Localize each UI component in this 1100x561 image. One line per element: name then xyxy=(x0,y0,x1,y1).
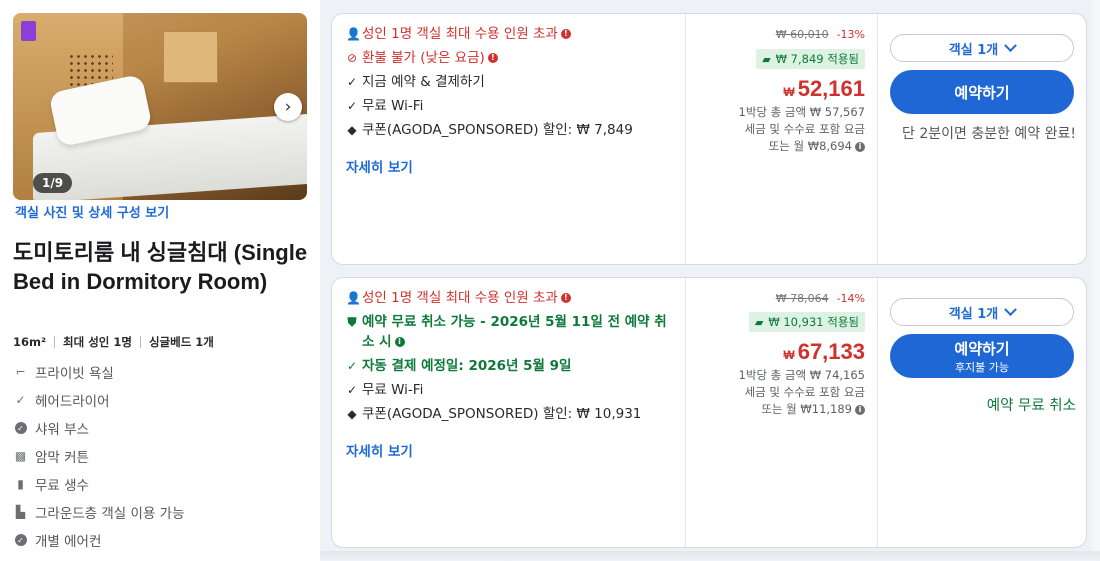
condition-line: ✓ 무료 Wi-Fi xyxy=(346,98,424,114)
room-info-panel: › 1/9 객실 사진 및 상세 구성 보기 도미토리룸 내 싱글침대 (Sin… xyxy=(0,0,320,561)
offer-card: 👤 성인 1명 객실 최대 수용 인원 초과! ⛊ 예약 무료 취소 가능 - 20… xyxy=(331,277,1087,548)
feature-item: ✓ 개별 에어컨 xyxy=(14,526,185,554)
info-icon[interactable]: ! xyxy=(487,53,498,63)
condition-line: 👤 성인 1명 객실 최대 수용 인원 초과! xyxy=(346,24,685,44)
offer-card: 👤 성인 1명 객실 최대 수용 인원 초과! ⊘ 환불 불가 (낮은 요금)! ✓… xyxy=(331,13,1087,265)
original-price: ₩ 60,010 -13% xyxy=(775,28,865,41)
condition-line: 👤 성인 1명 객실 최대 수용 인원 초과! xyxy=(346,288,685,308)
coupon-applied-badge: ▰ ₩ 7,849 적용됨 xyxy=(756,49,865,69)
offer-actions: 객실 1개 예약하기 단 2분이면 충분한 예약 완료! xyxy=(878,14,1088,264)
feature-label: 헤어드라이어 xyxy=(35,394,110,410)
divider xyxy=(139,336,141,348)
more-details-link[interactable]: 자세히 보기 xyxy=(346,156,413,176)
condition-line: ✓ 자동 결제 예정일: 2026년 5월 9일 xyxy=(346,358,572,374)
scrollbar-track[interactable] xyxy=(1092,0,1100,561)
check-icon: ✓ xyxy=(346,383,358,397)
more-details-link[interactable]: 자세히 보기 xyxy=(346,440,413,460)
condition-line: ✓ 무료 Wi-Fi xyxy=(346,382,424,398)
photo-tag-icon xyxy=(21,21,36,41)
feature-label: 무료 생수 xyxy=(35,478,89,494)
chevron-right-icon: › xyxy=(284,97,292,117)
price-details: 1박당 총 금액 ₩ 74,165 세금 및 수수료 포함 요금 또는 월 ₩1… xyxy=(738,368,865,416)
original-price: ₩ 78,064 -14% xyxy=(775,292,865,305)
condition-line: ◆ 쿠폰(AGODA_SPONSORED) 할인: ₩ 10,931 xyxy=(347,406,642,422)
feature-list: ⌐ 프라이빗 욕실 ✓ 헤어드라이어 ✓ 샤워 부스 ▩ 암막 커튼 ▮ 무료 생수 ▙ 그… xyxy=(14,358,185,554)
photo-shelf xyxy=(163,31,218,83)
tag-icon: ◆ xyxy=(347,123,357,137)
photo-counter: 1/9 xyxy=(33,173,73,193)
urgency-message: 단 2분이면 충분한 예약 완료! xyxy=(902,126,1076,142)
ticket-icon: ▰ xyxy=(762,52,771,66)
offer-price: ₩ 60,010 -13% ▰ ₩ 7,849 적용됨 ₩52,161 1박당 총 … xyxy=(686,14,878,264)
room-count-select[interactable]: 객실 1개 xyxy=(890,298,1074,326)
person-icon: 👤 xyxy=(346,291,361,305)
info-icon[interactable]: i xyxy=(855,404,865,415)
tag-icon: ◆ xyxy=(347,407,357,421)
condition-line: ◆ 쿠폰(AGODA_SPONSORED) 할인: ₩ 7,849 xyxy=(347,122,633,138)
feature-item: ▩ 암막 커튼 xyxy=(14,442,185,470)
info-icon[interactable]: i xyxy=(394,337,405,347)
condition-line: ⛊ 예약 무료 취소 가능 - 2026년 5월 11일 전 예약 취소 시i xyxy=(347,314,667,350)
feature-label: 그라운드층 객실 이용 가능 xyxy=(35,506,185,522)
divider xyxy=(54,336,56,348)
discount-percent: -14% xyxy=(836,292,865,305)
check-icon: ✓ xyxy=(346,99,358,113)
info-icon[interactable]: ! xyxy=(560,293,571,303)
no-refund-icon: ⊘ xyxy=(346,51,358,65)
book-button[interactable]: 예약하기 후지불 가능 xyxy=(890,334,1074,378)
current-price: ₩67,133 xyxy=(783,339,865,364)
blackout-curtain-icon: ▩ xyxy=(14,449,27,463)
free-cancel-label: 예약 무료 취소 xyxy=(986,398,1076,414)
room-size: 16m² xyxy=(13,335,47,349)
feature-item: ▙ 그라운드층 객실 이용 가능 xyxy=(14,498,185,526)
check-circle-icon: ✓ xyxy=(14,534,27,547)
current-price: ₩52,161 xyxy=(783,76,865,101)
bottom-edge xyxy=(320,551,1100,561)
shield-check-icon: ⛊ xyxy=(347,315,357,329)
ground-floor-icon: ▙ xyxy=(15,505,26,519)
offer-price: ₩ 78,064 -14% ▰ ₩ 10,931 적용됨 ₩67,133 1박당 총… xyxy=(686,278,878,547)
check-circle-icon: ✓ xyxy=(14,422,27,435)
feature-label: 개별 에어컨 xyxy=(35,534,102,550)
coupon-applied-badge: ▰ ₩ 10,931 적용됨 xyxy=(748,312,865,332)
next-photo-button[interactable]: › xyxy=(274,93,302,121)
feature-item: ✓ 헤어드라이어 xyxy=(14,386,185,414)
room-photos-link[interactable]: 객실 사진 및 상세 구성 보기 xyxy=(15,202,169,221)
feature-label: 암막 커튼 xyxy=(35,450,89,466)
condition-line: ✓ 지금 예약 & 결제하기 xyxy=(346,74,485,90)
book-button[interactable]: 예약하기 xyxy=(890,70,1074,114)
feature-label: 샤워 부스 xyxy=(35,422,89,438)
room-bed: 싱글베드 1개 xyxy=(148,335,214,349)
ticket-icon: ▰ xyxy=(754,315,764,329)
feature-item: ⌐ 프라이빗 욕실 xyxy=(14,358,185,386)
check-icon: ✓ xyxy=(346,75,358,89)
person-icon: 👤 xyxy=(346,27,361,41)
feature-item: ▮ 무료 생수 xyxy=(14,470,185,498)
offer-conditions: 👤 성인 1명 객실 최대 수용 인원 초과! ⛊ 예약 무료 취소 가능 - 20… xyxy=(332,278,686,547)
room-title: 도미토리룸 내 싱글침대 (Single Bed in Dormitory Ro… xyxy=(13,240,308,294)
chevron-down-icon xyxy=(1004,38,1018,52)
check-icon: ✓ xyxy=(346,359,358,373)
shower-icon: ⌐ xyxy=(15,365,26,379)
offer-conditions: 👤 성인 1명 객실 최대 수용 인원 초과! ⊘ 환불 불가 (낮은 요금)! ✓… xyxy=(332,14,686,264)
offer-actions: 객실 1개 예약하기 후지불 가능 예약 무료 취소 xyxy=(878,278,1088,547)
condition-line: ⊘ 환불 불가 (낮은 요금)! xyxy=(346,48,685,68)
price-details: 1박당 총 금액 ₩ 57,567 세금 및 수수료 포함 요금 또는 월 ₩8… xyxy=(738,105,865,153)
feature-item: ✓ 샤워 부스 xyxy=(14,414,185,442)
room-specs: 16m² 최대 성인 1명 싱글베드 1개 xyxy=(13,334,214,350)
discount-percent: -13% xyxy=(836,28,865,41)
room-count-select[interactable]: 객실 1개 xyxy=(890,34,1074,62)
water-bottle-icon: ▮ xyxy=(17,477,24,491)
room-photo[interactable]: › 1/9 xyxy=(13,13,307,200)
feature-label: 프라이빗 욕실 xyxy=(35,366,114,382)
check-icon: ✓ xyxy=(15,393,26,407)
room-capacity: 최대 성인 1명 xyxy=(63,335,132,349)
info-icon[interactable]: i xyxy=(855,141,865,152)
info-icon[interactable]: ! xyxy=(560,29,571,39)
chevron-down-icon xyxy=(1004,302,1018,316)
